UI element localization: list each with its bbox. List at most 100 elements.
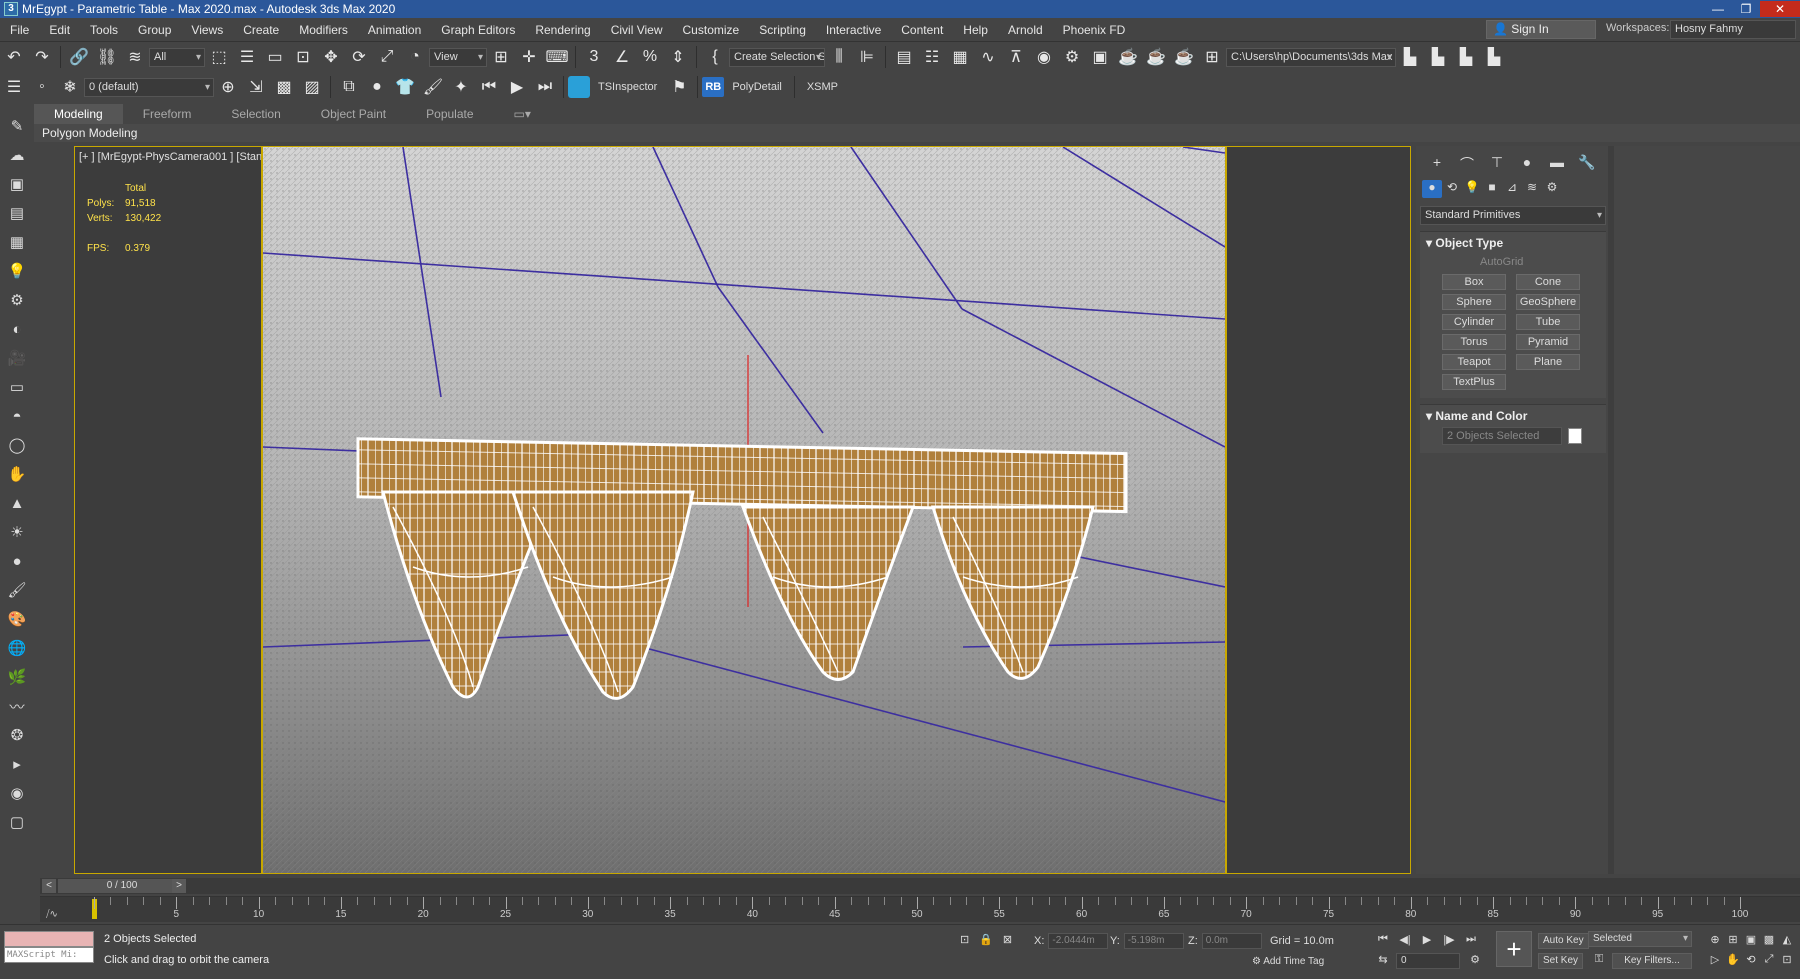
dome-icon[interactable]: ◓	[6, 405, 28, 427]
track-first-icon[interactable]: ⏮	[476, 74, 502, 100]
layers-menu-icon[interactable]: ☰	[1, 74, 27, 100]
go-to-end-icon[interactable]: ⏭	[1462, 933, 1480, 949]
set-project-folder-icon[interactable]: ▙	[1425, 44, 1451, 70]
camera-safe-frame[interactable]	[261, 147, 1227, 873]
time-slider[interactable]: < 0 / 100 >	[40, 878, 1800, 894]
sign-in-button[interactable]: 👤 Sign In	[1486, 20, 1596, 39]
menu-views[interactable]: Views	[181, 18, 233, 42]
key-mode-icon[interactable]: ⇆	[1374, 953, 1392, 969]
auto-key-button[interactable]: Auto Key	[1538, 933, 1589, 949]
walkthrough-icon[interactable]: ✋	[1724, 953, 1742, 969]
leaf-icon[interactable]: 🌿	[6, 666, 28, 688]
align-icon[interactable]: ⊫	[854, 44, 880, 70]
project-folder-icon[interactable]: ▙	[1397, 44, 1423, 70]
z-coordinate-input[interactable]: 0.0m	[1201, 933, 1262, 949]
maxscript-input[interactable]: MAXScript Mi:	[4, 947, 94, 963]
menu-animation[interactable]: Animation	[358, 18, 431, 42]
spinner-snap-icon[interactable]: ⇕	[665, 44, 691, 70]
expand-arrow-icon[interactable]: ▸	[6, 753, 28, 775]
render-in-cloud-icon[interactable]: ⊞	[1199, 44, 1225, 70]
save-project-icon[interactable]: ▙	[1453, 44, 1479, 70]
play-icon[interactable]: ▶	[1418, 933, 1436, 949]
select-by-name-icon[interactable]: ☰	[234, 44, 260, 70]
key-selection-dropdown[interactable]: Selected	[1588, 931, 1692, 947]
tsinspector-label[interactable]: TSInspector	[590, 81, 665, 93]
pivot-center-icon[interactable]: ⊞	[488, 44, 514, 70]
named-selection-sets-dropdown[interactable]: Create Selection Se	[729, 47, 825, 67]
move-icon[interactable]: ✥	[318, 44, 344, 70]
orbit-icon[interactable]: ⟲	[1742, 953, 1760, 969]
bind-spacewarp-icon[interactable]: ≋	[122, 44, 148, 70]
menu-tools[interactable]: Tools	[80, 18, 128, 42]
maxscript-output[interactable]	[4, 931, 94, 947]
menu-rendering[interactable]: Rendering	[525, 18, 600, 42]
motion-tab-icon[interactable]: ●	[1512, 154, 1542, 174]
sphere-tool-icon[interactable]: ●	[364, 74, 390, 100]
toggle-ribbon-icon[interactable]: ▦	[947, 44, 973, 70]
asset-tracking-icon[interactable]: ▙	[1481, 44, 1507, 70]
menu-content[interactable]: Content	[891, 18, 953, 42]
rendered-frame-window-icon[interactable]: ▣	[1087, 44, 1113, 70]
layer-freeze-icon[interactable]: ❄	[57, 74, 83, 100]
menu-graph-editors[interactable]: Graph Editors	[431, 18, 525, 42]
zoom-extents-all-icon[interactable]: ▩	[1760, 933, 1778, 949]
cone-button[interactable]: Cone	[1516, 274, 1580, 290]
gear-icon[interactable]: ⚙	[6, 289, 28, 311]
time-config-icon[interactable]: ⚙	[1466, 953, 1484, 969]
tab-object-paint[interactable]: Object Paint	[301, 104, 406, 124]
set-keys-icon[interactable]: +	[1496, 931, 1532, 967]
autogrid-checkbox[interactable]: AutoGrid	[1420, 254, 1606, 274]
zoom-extents-icon[interactable]: ▣	[1742, 933, 1760, 949]
select-manipulate-icon[interactable]: ✛	[516, 44, 542, 70]
tsinspector-icon[interactable]	[568, 76, 590, 98]
time-slider-next-icon[interactable]: >	[172, 879, 186, 893]
select-object-icon[interactable]: ⬚	[206, 44, 232, 70]
menu-group[interactable]: Group	[128, 18, 181, 42]
polygon-modeling-label[interactable]: Polygon Modeling	[42, 124, 137, 142]
scene-explorer-icon[interactable]: ▤	[891, 44, 917, 70]
tab-freeform[interactable]: Freeform	[123, 104, 212, 124]
shapes-icon[interactable]: ⟲	[1442, 180, 1462, 198]
sun-icon[interactable]: ☀	[6, 521, 28, 543]
viewport-layout-toggle-icon[interactable]: ⊡	[1778, 953, 1796, 969]
cameras-icon[interactable]: ■	[1482, 180, 1502, 198]
clone-ribbon-icon[interactable]: ⧉	[336, 74, 362, 100]
menu-edit[interactable]: Edit	[39, 18, 80, 42]
render-iterative-icon[interactable]: ☕	[1143, 44, 1169, 70]
track-bar[interactable]: ⧸∿ 5 10 15 20 25 30 35 40 45 50 55 60 65 70 75 80 85 90 95…	[40, 896, 1800, 922]
material-icon[interactable]: ▣	[6, 173, 28, 195]
camera-icon[interactable]: 🎥	[6, 347, 28, 369]
cylinder-button[interactable]: Cylinder	[1442, 314, 1506, 330]
3dsmax-app-icon[interactable]: 3	[4, 2, 18, 16]
name-color-header[interactable]: ▾ Name and Color	[1420, 405, 1606, 427]
snaps-toggle-icon[interactable]: 3	[581, 44, 607, 70]
pyramid-button[interactable]: Pyramid	[1516, 334, 1580, 350]
menu-modifiers[interactable]: Modifiers	[289, 18, 358, 42]
polydetail-button[interactable]: PolyDetail	[724, 81, 790, 93]
layer-explorer-icon[interactable]: ☷	[919, 44, 945, 70]
previous-frame-icon[interactable]: ◀|	[1396, 933, 1414, 949]
material-editor-icon[interactable]: ◉	[1031, 44, 1057, 70]
menu-arnold[interactable]: Arnold	[998, 18, 1053, 42]
rb-button[interactable]: RB	[702, 77, 725, 97]
trackbar-curve-icon[interactable]: ⧸∿	[46, 909, 58, 920]
redo-icon[interactable]: ↷	[29, 44, 55, 70]
tab-populate[interactable]: Populate	[406, 104, 493, 124]
menu-civil-view[interactable]: Civil View	[601, 18, 673, 42]
ball-icon[interactable]: ●	[6, 550, 28, 572]
curve-editor-icon[interactable]: ∿	[975, 44, 1001, 70]
window-crossing-icon[interactable]: ⊡	[290, 44, 316, 70]
tab-selection[interactable]: Selection	[211, 104, 300, 124]
keyboard-shortcut-icon[interactable]: ⌨	[544, 44, 570, 70]
add-to-layer-icon[interactable]: ⇲	[243, 74, 269, 100]
cone-icon[interactable]: ▲	[6, 492, 28, 514]
render-setup-icon[interactable]: ⚙	[1059, 44, 1085, 70]
brush-icon[interactable]: 🖌	[6, 579, 28, 601]
menu-interactive[interactable]: Interactive	[816, 18, 891, 42]
minimize-button[interactable]: —	[1704, 1, 1732, 17]
time-slider-prev-icon[interactable]: <	[42, 879, 56, 893]
effects-tool-icon[interactable]: ✦	[448, 74, 474, 100]
helper-icon[interactable]: ◐	[6, 318, 28, 340]
ribbon-options-icon[interactable]: ▭▾	[494, 104, 551, 124]
tab-modeling[interactable]: Modeling	[34, 104, 123, 124]
